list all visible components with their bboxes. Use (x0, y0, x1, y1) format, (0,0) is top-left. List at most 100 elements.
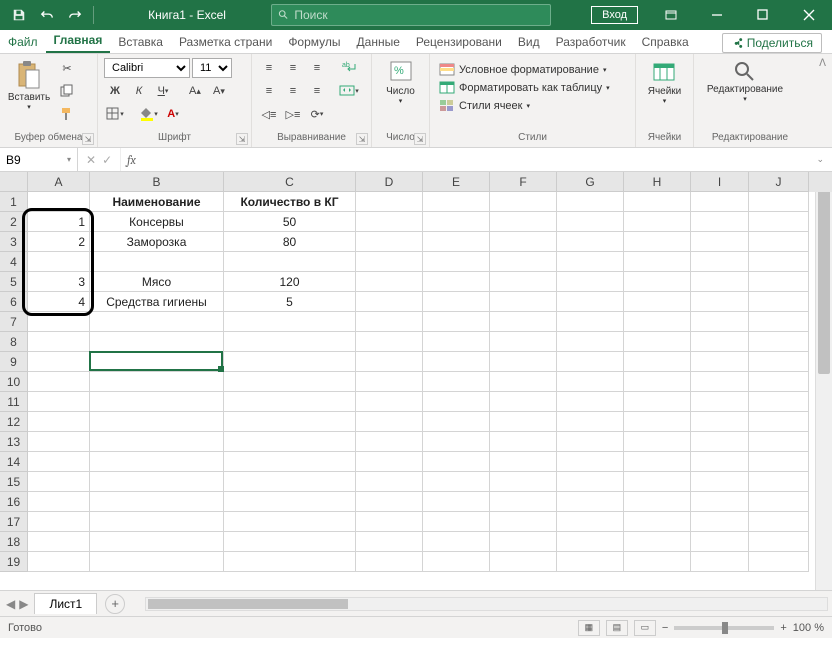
cell[interactable] (557, 332, 624, 352)
undo-icon[interactable] (34, 3, 60, 27)
tab-home[interactable]: Главная (46, 29, 111, 53)
cell[interactable] (557, 432, 624, 452)
cell[interactable] (90, 332, 224, 352)
row-header[interactable]: 10 (0, 372, 28, 392)
cell[interactable] (28, 332, 90, 352)
cell[interactable] (224, 452, 356, 472)
cell[interactable] (423, 252, 490, 272)
italic-icon[interactable]: К (128, 81, 150, 101)
fill-color-icon[interactable]: ▾ (138, 104, 160, 124)
cell[interactable] (28, 352, 90, 372)
cell[interactable] (356, 452, 423, 472)
collapse-ribbon-icon[interactable]: ᐱ (813, 54, 832, 147)
cell[interactable] (691, 532, 749, 552)
cell[interactable]: 50 (224, 212, 356, 232)
cell[interactable]: Консервы (90, 212, 224, 232)
cell[interactable] (356, 392, 423, 412)
tab-help[interactable]: Справка (634, 31, 697, 53)
cell[interactable] (90, 512, 224, 532)
vertical-scrollbar[interactable] (815, 172, 832, 590)
cell[interactable]: Заморозка (90, 232, 224, 252)
cell[interactable] (423, 432, 490, 452)
cell[interactable] (490, 412, 557, 432)
spreadsheet-grid[interactable]: ABCDEFGHIJ 12345678910111213141516171819… (0, 172, 832, 590)
cell[interactable] (624, 192, 691, 212)
cell[interactable] (90, 452, 224, 472)
cell[interactable] (490, 552, 557, 572)
cell[interactable] (749, 392, 809, 412)
normal-view-icon[interactable]: ▦ (578, 620, 600, 636)
cell[interactable] (356, 552, 423, 572)
tab-file[interactable]: Файл (0, 31, 46, 53)
cell[interactable] (490, 352, 557, 372)
cell[interactable] (224, 412, 356, 432)
cell[interactable] (624, 332, 691, 352)
cell[interactable] (691, 352, 749, 372)
align-top-icon[interactable]: ≡ (258, 58, 280, 78)
cell[interactable] (28, 492, 90, 512)
cell[interactable] (90, 392, 224, 412)
shrink-font-icon[interactable]: A▾ (208, 81, 230, 101)
cell[interactable] (749, 212, 809, 232)
cell[interactable] (749, 512, 809, 532)
cell[interactable] (557, 372, 624, 392)
close-icon[interactable] (786, 0, 832, 30)
cell[interactable] (356, 272, 423, 292)
paste-button[interactable]: Вставить ▾ (6, 58, 52, 113)
cell[interactable]: 1 (28, 212, 90, 232)
cell[interactable] (624, 492, 691, 512)
cell[interactable] (90, 432, 224, 452)
cell[interactable] (356, 532, 423, 552)
cell[interactable] (490, 292, 557, 312)
maximize-icon[interactable] (740, 0, 786, 30)
row-header[interactable]: 3 (0, 232, 28, 252)
cell[interactable] (557, 412, 624, 432)
cell[interactable] (749, 412, 809, 432)
share-button[interactable]: Поделиться (722, 33, 822, 53)
col-header[interactable]: I (691, 172, 749, 192)
cell[interactable] (749, 192, 809, 212)
cell[interactable] (28, 432, 90, 452)
cell[interactable] (624, 272, 691, 292)
page-break-view-icon[interactable]: ▭ (634, 620, 656, 636)
decrease-indent-icon[interactable]: ◁≡ (258, 104, 280, 124)
cell[interactable] (423, 452, 490, 472)
cell[interactable] (356, 472, 423, 492)
font-name-select[interactable]: Calibri (104, 58, 190, 78)
row-header[interactable]: 15 (0, 472, 28, 492)
cell[interactable] (749, 332, 809, 352)
cell[interactable]: 3 (28, 272, 90, 292)
cell[interactable] (624, 252, 691, 272)
cell[interactable] (28, 312, 90, 332)
cell[interactable] (224, 252, 356, 272)
cell[interactable] (224, 552, 356, 572)
cell[interactable] (423, 232, 490, 252)
cell[interactable] (624, 312, 691, 332)
zoom-in-icon[interactable]: + (780, 622, 786, 634)
col-header[interactable]: D (356, 172, 423, 192)
cell[interactable] (557, 292, 624, 312)
signin-button[interactable]: Вход (591, 6, 638, 24)
cell[interactable] (624, 232, 691, 252)
cut-icon[interactable]: ✂ (56, 58, 78, 78)
cell[interactable] (224, 392, 356, 412)
cell[interactable] (28, 472, 90, 492)
cell[interactable] (490, 232, 557, 252)
cell[interactable] (423, 292, 490, 312)
cell[interactable]: 5 (224, 292, 356, 312)
cell[interactable]: Наименование (90, 192, 224, 212)
cell[interactable] (28, 412, 90, 432)
cell[interactable] (691, 332, 749, 352)
cell[interactable] (624, 212, 691, 232)
cell[interactable] (691, 512, 749, 532)
zoom-value[interactable]: 100 % (793, 622, 824, 634)
cell[interactable] (624, 552, 691, 572)
cell[interactable] (423, 492, 490, 512)
underline-icon[interactable]: Ч ▾ (152, 81, 174, 101)
cell[interactable] (691, 432, 749, 452)
row-header[interactable]: 9 (0, 352, 28, 372)
cell[interactable] (224, 432, 356, 452)
cell[interactable] (557, 552, 624, 572)
redo-icon[interactable] (62, 3, 88, 27)
cell[interactable] (691, 472, 749, 492)
